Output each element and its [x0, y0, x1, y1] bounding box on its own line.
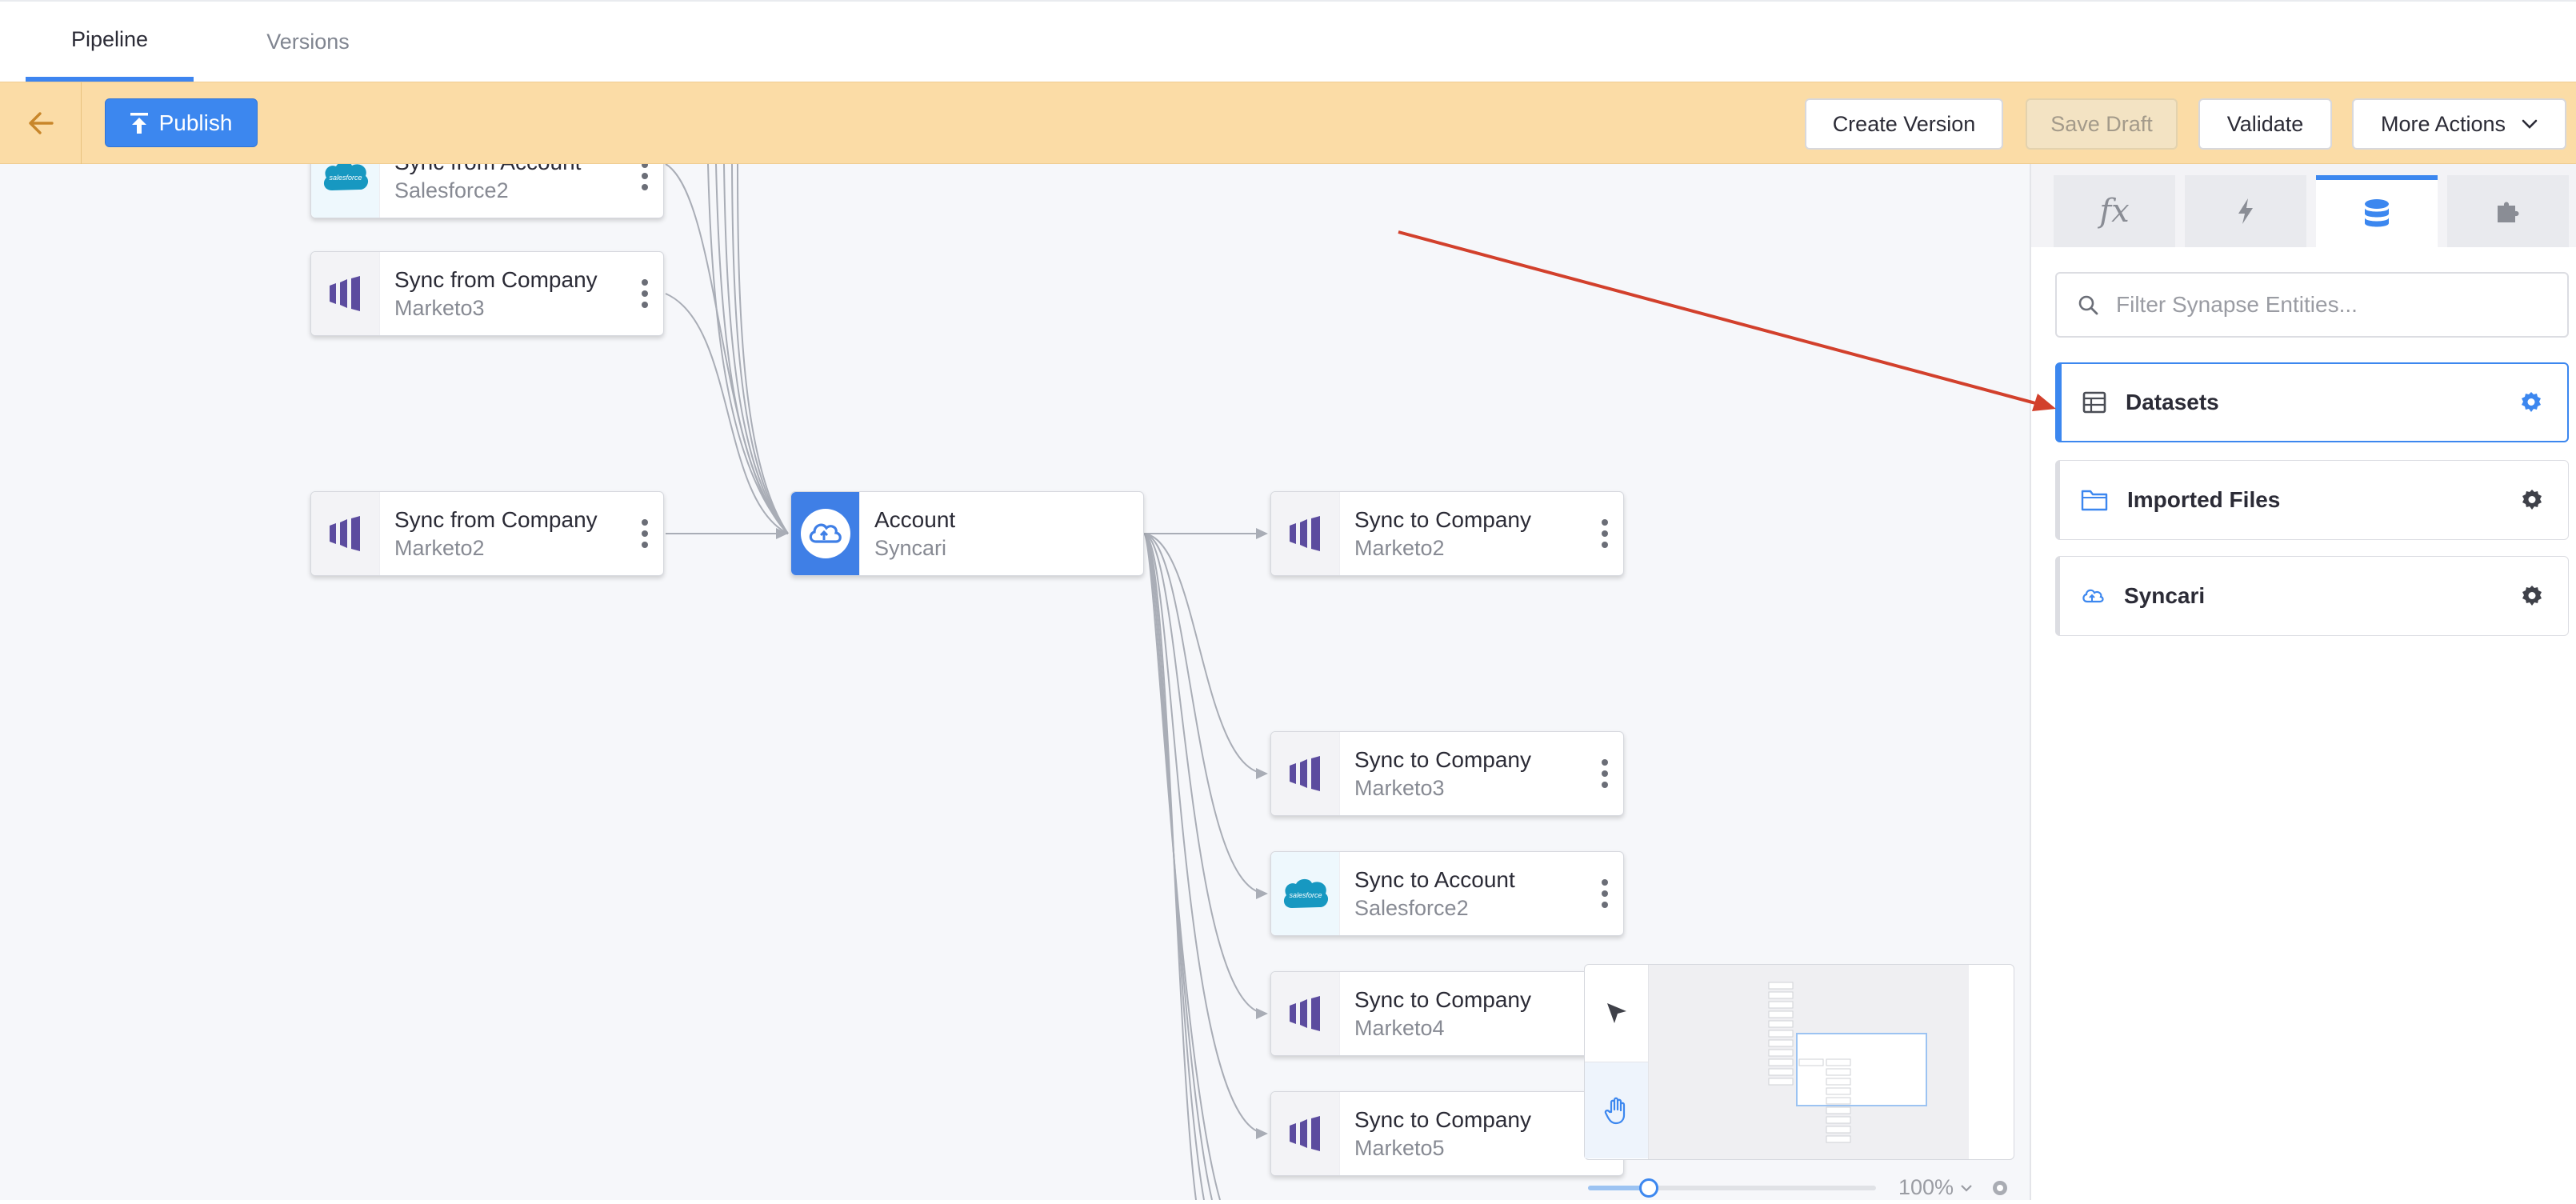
more-actions-button[interactable]: More Actions [2352, 98, 2566, 150]
node-title: Sync from Company [394, 266, 598, 292]
zoom-control: 100% [1588, 1172, 2020, 1204]
hand-icon [1604, 1097, 1625, 1125]
chevron-down-icon [1961, 1184, 1972, 1192]
more-actions-label: More Actions [2380, 111, 2506, 136]
salesforce-icon: salesforce [311, 164, 380, 218]
function-icon: fx [2099, 193, 2130, 230]
node-sync-to-company-marketo3[interactable]: Sync to Company Marketo3 [1270, 731, 1624, 816]
panel-tab-bar: fx [2031, 164, 2576, 247]
marketo-icon [1271, 492, 1340, 575]
save-draft-button[interactable]: Save Draft [2026, 98, 2178, 150]
entity-label: Datasets [2126, 390, 2219, 414]
node-subtitle: Marketo2 [1354, 535, 1445, 560]
node-subtitle: Salesforce2 [1354, 895, 1469, 920]
node-subtitle: Salesforce2 [394, 178, 509, 202]
tab-plugins[interactable] [2447, 175, 2569, 247]
node-sync-from-company-marketo2[interactable]: Sync from Company Marketo2 [310, 491, 664, 576]
pan-tool-button[interactable] [1585, 1062, 1648, 1158]
kebab-menu-icon[interactable] [626, 252, 663, 335]
entity-item-datasets[interactable]: Datasets [2055, 362, 2569, 442]
salesforce-icon: salesforce [1271, 852, 1340, 935]
node-sync-to-company-marketo5[interactable]: Sync to Company Marketo5 [1270, 1091, 1624, 1176]
entity-label: Imported Files [2127, 487, 2281, 512]
arrow-left-icon [28, 112, 54, 134]
marketo-icon [311, 492, 380, 575]
node-subtitle: Marketo3 [1354, 775, 1445, 800]
entity-label: Syncari [2124, 583, 2206, 608]
zoom-level-dropdown[interactable]: 100% [1898, 1175, 2011, 1200]
node-subtitle: Syncari [874, 535, 947, 560]
marketo-icon [311, 252, 380, 335]
select-tool-button[interactable] [1585, 965, 1648, 1062]
entity-search-field[interactable] [2055, 272, 2569, 338]
entity-item-imported-files[interactable]: Imported Files [2055, 460, 2569, 540]
gear-icon[interactable] [2520, 584, 2544, 608]
node-subtitle: Marketo2 [394, 535, 485, 560]
gear-icon[interactable] [2520, 488, 2544, 512]
svg-text:salesforce: salesforce [1289, 891, 1322, 899]
entity-item-syncari[interactable]: Syncari [2055, 556, 2569, 636]
svg-text:salesforce: salesforce [329, 174, 362, 182]
node-sync-from-account-salesforce2[interactable]: salesforce Sync from Account Salesforce2 [310, 164, 664, 218]
database-icon [2365, 199, 2389, 227]
zoom-level-label: 100% [1898, 1175, 1954, 1199]
node-title: Sync to Account [1354, 866, 1515, 892]
marketo-icon [1271, 732, 1340, 815]
node-title: Sync from Company [394, 506, 598, 532]
create-version-button[interactable]: Create Version [1805, 98, 2003, 150]
node-subtitle: Marketo3 [394, 295, 485, 320]
syncari-cloud-icon [791, 492, 860, 575]
minimap-tools [1585, 965, 1649, 1159]
tab-actions[interactable] [2185, 175, 2306, 247]
bolt-icon [2238, 198, 2253, 224]
publish-label: Publish [158, 110, 233, 135]
cursor-arrow-icon [1606, 1002, 1626, 1023]
table-icon [2082, 391, 2106, 414]
search-icon [2078, 295, 2098, 315]
minimap [1584, 964, 2014, 1160]
kebab-menu-icon[interactable] [626, 492, 663, 575]
tab-entities[interactable] [2316, 175, 2438, 247]
top-tab-bar: Pipeline Versions [0, 0, 2576, 82]
gear-icon[interactable] [2519, 390, 2543, 414]
kebab-menu-icon[interactable] [1586, 852, 1623, 935]
tab-versions[interactable]: Versions [224, 2, 392, 82]
folder-icon [2081, 490, 2108, 511]
toolbar: Publish Create Version Save Draft Valida… [0, 82, 2576, 164]
tab-pipeline[interactable]: Pipeline [26, 2, 194, 82]
entity-search-input[interactable] [2116, 292, 2532, 318]
node-sync-to-account-salesforce2[interactable]: salesforce Sync to Account Salesforce2 [1270, 851, 1624, 936]
node-subtitle: Marketo5 [1354, 1135, 1445, 1160]
node-subtitle: Marketo4 [1354, 1015, 1445, 1040]
node-title: Sync to Company [1354, 506, 1531, 532]
node-title: Sync to Company [1354, 746, 1531, 772]
gear-icon[interactable] [1989, 1177, 2011, 1199]
zoom-slider[interactable] [1588, 1186, 1876, 1190]
chevron-down-icon [2522, 119, 2538, 129]
puzzle-icon [2498, 202, 2519, 222]
kebab-menu-icon[interactable] [1586, 492, 1623, 575]
marketo-icon [1271, 1092, 1340, 1175]
kebab-menu-icon[interactable] [626, 164, 663, 218]
node-sync-to-company-marketo2[interactable]: Sync to Company Marketo2 [1270, 491, 1624, 576]
zoom-slider-handle[interactable] [1639, 1178, 1658, 1198]
node-sync-to-company-marketo4[interactable]: Sync to Company Marketo4 [1270, 971, 1624, 1056]
tab-functions[interactable]: fx [2054, 175, 2175, 247]
marketo-icon [1271, 972, 1340, 1055]
node-title: Account [874, 506, 956, 532]
node-title: Sync from Account [394, 164, 626, 175]
cloud-icon [2082, 589, 2104, 603]
back-button[interactable] [0, 82, 82, 164]
node-title: Sync to Company [1354, 1106, 1531, 1132]
upload-icon [130, 112, 148, 134]
minimap-viewport[interactable] [1649, 965, 1969, 1159]
validate-button[interactable]: Validate [2198, 98, 2332, 150]
publish-button[interactable]: Publish [105, 98, 258, 147]
node-title: Sync to Company [1354, 986, 1531, 1012]
kebab-menu-icon[interactable] [1586, 732, 1623, 815]
node-sync-from-company-marketo3[interactable]: Sync from Company Marketo3 [310, 251, 664, 336]
node-account-syncari[interactable]: Account Syncari [790, 491, 1144, 576]
right-panel: fx Data [2030, 164, 2576, 1200]
